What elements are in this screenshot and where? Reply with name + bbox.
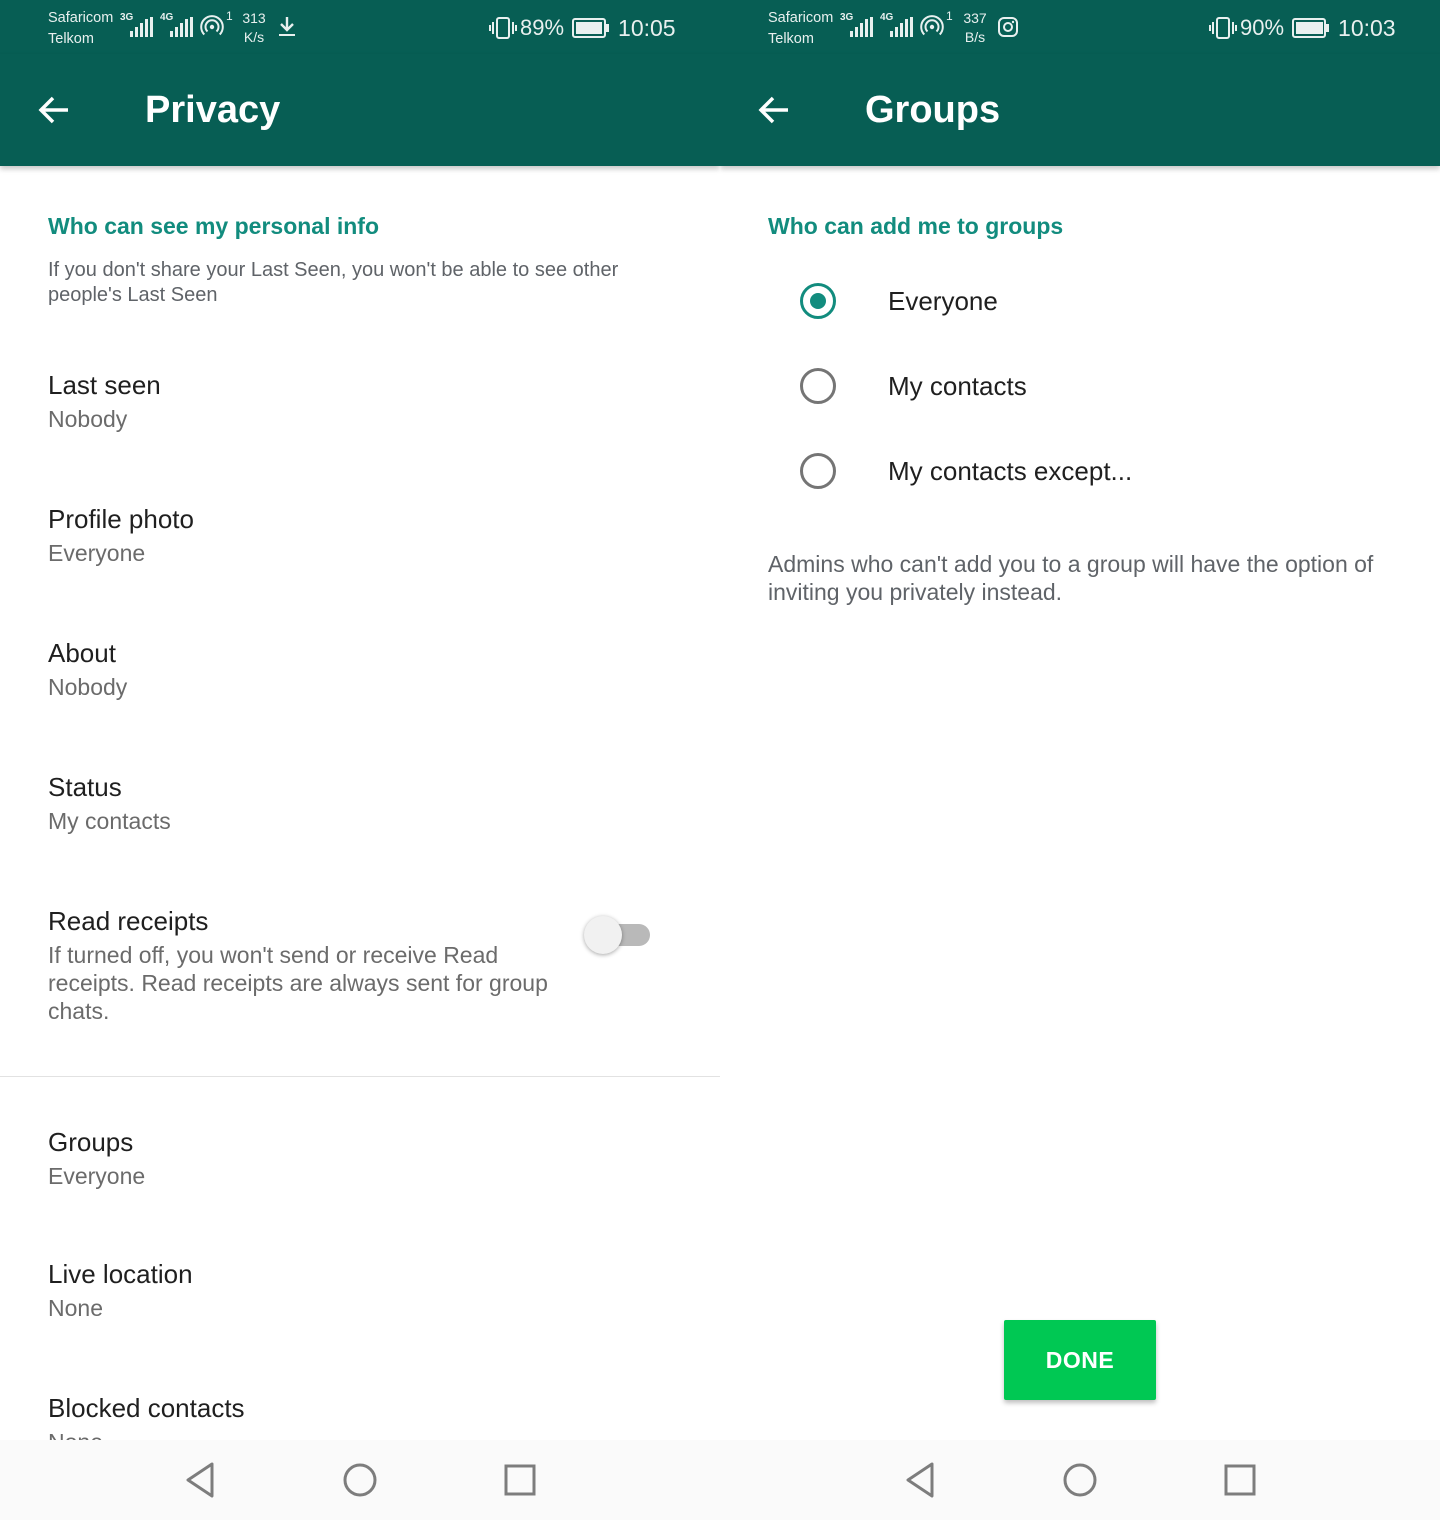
radio-button[interactable] — [800, 368, 836, 404]
pref-title: Last seen — [48, 370, 161, 400]
pref-title: Profile photo — [48, 504, 194, 534]
pref-title: About — [48, 638, 116, 668]
radio-option-my-contacts-except[interactable]: My contacts except... — [720, 440, 1440, 510]
square-recents-icon[interactable] — [1218, 1458, 1262, 1502]
radio-option-my-contacts[interactable]: My contacts — [720, 355, 1440, 425]
pref-value: None — [48, 1295, 103, 1321]
hotspot-count: 1 — [946, 9, 953, 23]
hotspot-icon — [920, 15, 944, 36]
carrier-1: Safaricom — [768, 10, 834, 26]
status-right: 89% 10:05 — [488, 12, 676, 44]
instagram-icon — [998, 17, 1018, 37]
carrier-2: Telkom — [48, 31, 94, 47]
arrow-left-icon — [38, 96, 68, 124]
pref-profile-photo[interactable]: Profile photo Everyone — [0, 503, 720, 603]
carrier-1: Safaricom — [48, 10, 114, 26]
battery-icon — [572, 18, 610, 38]
section-description: If you don't share your Last Seen, you w… — [48, 259, 619, 306]
done-button[interactable]: DONE — [1004, 1320, 1156, 1400]
clock: 10:03 — [1338, 14, 1396, 41]
privacy-screen: Safaricom Telkom 3G 4G 1 313 K/s 89% 10:… — [0, 0, 720, 1520]
groups-note: Admins who can't add you to a group will… — [768, 551, 1374, 605]
radio-button-checked[interactable] — [800, 283, 836, 319]
arrow-left-icon — [758, 96, 788, 124]
vibrate-icon — [489, 17, 517, 39]
system-nav-bar — [0, 1440, 720, 1520]
page-title: Groups — [865, 89, 1001, 131]
radio-label: My contacts except... — [888, 456, 1133, 486]
hotspot-count: 1 — [226, 9, 233, 23]
clock: 10:05 — [618, 14, 676, 41]
pref-title: Live location — [48, 1259, 193, 1289]
pref-value: Everyone — [48, 1163, 146, 1189]
status-bar: Safaricom Telkom 3G 4G 1 337 B/s 90% 10:… — [720, 0, 1440, 54]
pref-last-seen[interactable]: Last seen Nobody — [0, 369, 720, 469]
status-bar: Safaricom Telkom 3G 4G 1 313 K/s 89% 10:… — [0, 0, 720, 54]
page-title: Privacy — [145, 89, 281, 131]
pref-title: Status — [48, 772, 122, 802]
battery-percent: 89% — [520, 15, 565, 40]
pref-description: If turned off, you won't send or receive… — [48, 942, 548, 1024]
triangle-back-icon[interactable] — [178, 1458, 222, 1502]
read-receipts-toggle[interactable] — [584, 914, 654, 954]
radio-label: Everyone — [888, 286, 998, 316]
app-toolbar: Groups — [720, 54, 1440, 166]
radio-option-everyone[interactable]: Everyone — [720, 270, 1440, 340]
battery-icon — [1292, 18, 1330, 38]
pref-value: My contacts — [48, 808, 171, 834]
pref-groups[interactable]: Groups Everyone — [0, 1126, 720, 1226]
pref-about[interactable]: About Nobody — [0, 637, 720, 737]
toggle-thumb — [584, 916, 622, 954]
section-header-add-to-groups: Who can add me to groups — [768, 213, 1064, 239]
hotspot-icon — [200, 15, 224, 36]
carrier-2: Telkom — [768, 31, 814, 47]
back-button[interactable] — [22, 78, 86, 142]
network-speed: 337 B/s — [963, 10, 987, 45]
circle-home-icon[interactable] — [338, 1458, 382, 1502]
carrier-names: Safaricom Telkom — [48, 8, 113, 50]
groups-screen: Safaricom Telkom 3G 4G 1 337 B/s 90% 10:… — [720, 0, 1440, 1520]
radio-label: My contacts — [888, 371, 1027, 401]
section-header-personal-info: Who can see my personal info — [48, 213, 380, 239]
square-recents-icon[interactable] — [498, 1458, 542, 1502]
pref-live-location[interactable]: Live location None — [0, 1258, 720, 1358]
network-speed: 313 K/s — [242, 10, 266, 45]
pref-value: Nobody — [48, 674, 128, 700]
pref-title: Blocked contacts — [48, 1393, 245, 1423]
pref-status[interactable]: Status My contacts — [0, 771, 720, 871]
app-toolbar: Privacy — [0, 54, 720, 166]
pref-value: Everyone — [48, 540, 146, 566]
circle-home-icon[interactable] — [1058, 1458, 1102, 1502]
battery-percent: 90% — [1240, 15, 1285, 40]
download-icon — [279, 17, 295, 36]
radio-button[interactable] — [800, 453, 836, 489]
back-button[interactable] — [742, 78, 806, 142]
pref-title: Read receipts — [48, 906, 209, 936]
status-right: 90% 10:03 — [1208, 12, 1396, 44]
triangle-back-icon[interactable] — [898, 1458, 942, 1502]
pref-title: Groups — [48, 1127, 134, 1157]
section-divider — [0, 1076, 720, 1077]
pref-value: Nobody — [48, 406, 128, 432]
vibrate-icon — [1209, 17, 1237, 39]
carrier-names: Safaricom Telkom — [768, 8, 833, 50]
system-nav-bar — [720, 1440, 1440, 1520]
